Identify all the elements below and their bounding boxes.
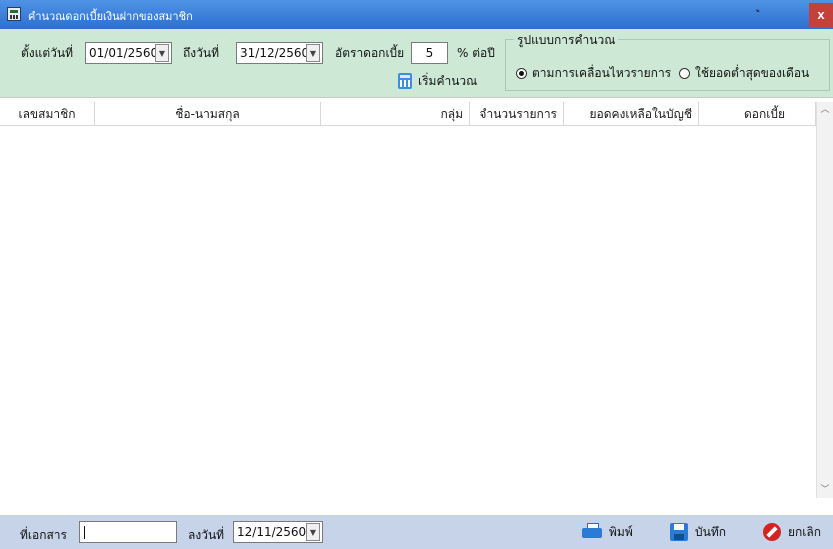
interest-calc-window: คำนวณดอกเบี้ยเงินฝากของสมาชิก ู x ตั้งแต…: [0, 0, 833, 549]
scroll-down-icon[interactable]: ﹀: [817, 482, 833, 498]
rate-input[interactable]: 5: [411, 42, 448, 64]
scroll-up-icon[interactable]: ︿: [817, 102, 833, 118]
column-header[interactable]: ชื่อ-นามสกุล: [95, 102, 321, 126]
chevron-down-icon[interactable]: ▼: [155, 44, 169, 62]
from-date-value: 01/01/2560: [89, 46, 155, 60]
radio-unselected-icon[interactable]: [679, 68, 690, 79]
rate-label: อัตราดอกเบี้ย: [335, 46, 405, 60]
radio-selected-icon[interactable]: [516, 68, 527, 79]
title-bar: คำนวณดอกเบี้ยเงินฝากของสมาชิก ู x: [0, 0, 833, 29]
cancel-icon: [763, 523, 781, 541]
to-date-picker[interactable]: 31/12/2560 ▼: [236, 42, 323, 64]
print-label: พิมพ์: [609, 524, 633, 539]
doc-number-label: ที่เอกสาร: [20, 528, 67, 542]
app-icon: [7, 7, 21, 21]
window-title: คำนวณดอกเบี้ยเงินฝากของสมาชิก: [28, 10, 193, 23]
radio-movement[interactable]: ตามการเคลื่อนไหวรายการ: [516, 64, 671, 83]
cancel-label: ยกเลิก: [788, 524, 822, 539]
calculator-icon: [398, 73, 412, 89]
close-button[interactable]: x: [809, 3, 833, 27]
calc-method-legend: รูปแบบการคำนวณ: [514, 31, 619, 50]
save-label: บันทึก: [695, 524, 726, 539]
column-header[interactable]: จำนวนรายการ: [470, 102, 564, 126]
from-date-picker[interactable]: 01/01/2560 ▼: [85, 42, 172, 64]
doc-date-picker[interactable]: 12/11/2560 ▼: [233, 521, 323, 543]
table-header: เลขสมาชิก ชื่อ-นามสกุล กลุ่ม จำนวนรายการ…: [0, 102, 816, 126]
start-calc-button[interactable]: เริ่มคำนวณ: [398, 71, 477, 91]
column-header[interactable]: กลุ่ม: [321, 102, 470, 126]
cancel-button[interactable]: ยกเลิก: [763, 521, 821, 543]
save-button[interactable]: บันทึก: [670, 521, 726, 543]
print-button[interactable]: พิมพ์: [582, 521, 633, 543]
column-header[interactable]: เลขสมาชิก: [0, 102, 95, 126]
floppy-icon: [670, 523, 688, 541]
to-date-value: 31/12/2560: [240, 46, 306, 60]
calc-method-group: รูปแบบการคำนวณ ตามการเคลื่อนไหวรายการ ใช…: [505, 31, 830, 91]
chevron-down-icon[interactable]: ▼: [306, 523, 320, 541]
doc-date-value: 12/11/2560: [237, 525, 306, 539]
column-header[interactable]: ดอกเบี้ย: [699, 102, 816, 126]
radio-min-balance[interactable]: ใช้ยอดต่ำสุดของเดือน: [679, 64, 809, 83]
text-caret: [84, 526, 85, 539]
vertical-scrollbar[interactable]: ︿ ﹀: [816, 102, 833, 498]
from-date-label: ตั้งแต่วันที่: [21, 46, 74, 60]
filter-panel: ตั้งแต่วันที่ 01/01/2560 ▼ ถึงวันที่ 31/…: [0, 29, 833, 97]
start-calc-label: เริ่มคำนวณ: [418, 73, 478, 88]
to-date-label: ถึงวันที่: [183, 46, 219, 60]
radio-min-balance-label: ใช้ยอดต่ำสุดของเดือน: [695, 66, 810, 80]
doc-number-input[interactable]: [79, 521, 177, 543]
column-header[interactable]: ยอดคงเหลือในบัญชี: [564, 102, 699, 126]
chevron-down-icon[interactable]: ▼: [306, 44, 320, 62]
printer-icon: [582, 523, 602, 541]
results-table[interactable]: เลขสมาชิก ชื่อ-นามสกุล กลุ่ม จำนวนรายการ…: [0, 97, 833, 515]
radio-movement-label: ตามการเคลื่อนไหวรายการ: [532, 66, 672, 80]
doc-date-label: ลงวันที่: [188, 528, 225, 542]
footer-bar: ที่เอกสาร ลงวันที่ 12/11/2560 ▼ พิมพ์ บั…: [0, 515, 833, 549]
rate-unit-label: % ต่อปี: [457, 46, 495, 60]
